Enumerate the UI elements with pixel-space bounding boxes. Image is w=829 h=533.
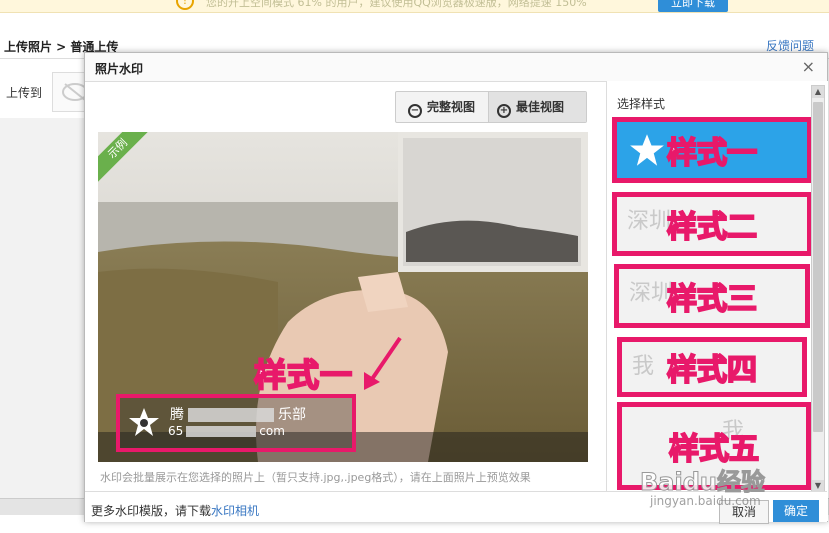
style-option-label: 样式一 <box>666 135 758 172</box>
best-view-button[interactable]: + 最佳视图 <box>488 92 586 122</box>
style-scrollbar[interactable]: ▲ ▼ <box>811 85 825 493</box>
style-option-label: 样式二 <box>666 209 758 246</box>
dialog-title: 照片水印 <box>95 62 144 76</box>
upload-to-label: 上传到 <box>6 86 43 100</box>
background-panel <box>0 118 84 498</box>
star-logo-icon <box>129 408 159 436</box>
preview-photo: 示例 腾乐部 65 com 样式一 <box>98 132 588 462</box>
download-button[interactable]: 立即下载 <box>658 0 728 12</box>
style-option-4[interactable]: 我 样式四 <box>617 337 807 397</box>
format-caption: 水印会批量展示在您选择的照片上（暂只支持.jpg,.jpeg格式），请在上面照片… <box>100 471 531 484</box>
scroll-thumb[interactable] <box>813 102 823 432</box>
watermark-dialog: 照片水印 × − 完整视图 + 最佳视图 示例 腾乐部 65 com 样式一 水… <box>84 52 828 524</box>
notice-text: 您的开上空间模式 61% 的用户，建议使用QQ浏览器极速版，网络提速 150% <box>206 0 587 9</box>
watermark-qq: 65 com <box>168 424 285 438</box>
warning-icon: ! <box>176 0 194 10</box>
style-sidebar: 选择样式 样式一 深圳 样式二 深圳 样式三 我 样式四 我 样式五 ▲ ▼ <box>606 81 828 521</box>
view-toggle: − 完整视图 + 最佳视图 <box>395 91 587 123</box>
full-view-label: 完整视图 <box>427 100 476 114</box>
baidu-watermark-logo: Baidu经验 <box>640 468 766 497</box>
scroll-up-icon[interactable]: ▲ <box>812 86 824 98</box>
more-templates-text: 更多水印模版，请下载水印相机 <box>91 504 260 518</box>
best-view-label: 最佳视图 <box>516 100 565 114</box>
watermark-name: 腾乐部 <box>170 407 306 423</box>
style-option-3[interactable]: 深圳 样式三 <box>614 264 810 328</box>
watermark-preview: 腾乐部 65 com <box>116 394 356 452</box>
annotation-label: 样式一 <box>253 355 354 395</box>
top-notice-bar: ! 您的开上空间模式 61% 的用户，建议使用QQ浏览器极速版，网络提速 150… <box>0 0 829 13</box>
style-option-label: 样式四 <box>666 352 758 389</box>
style-option-1[interactable]: 样式一 <box>612 117 812 183</box>
annotation-arrow-icon <box>364 336 402 390</box>
style-option-label: 样式三 <box>666 281 758 318</box>
style-option-2[interactable]: 深圳 样式二 <box>612 192 812 256</box>
style-sidebar-title: 选择样式 <box>617 97 666 111</box>
zoom-in-icon: + <box>497 104 511 118</box>
close-icon[interactable]: × <box>802 57 815 76</box>
site-watermark: jingyan.baidu.com <box>650 494 761 508</box>
confirm-button[interactable]: 确定 <box>773 500 819 522</box>
dialog-header: 照片水印 × <box>85 53 827 82</box>
full-view-button[interactable]: − 完整视图 <box>408 92 475 122</box>
zoom-out-icon: − <box>408 104 422 118</box>
watermark-camera-link[interactable]: 水印相机 <box>211 504 259 518</box>
